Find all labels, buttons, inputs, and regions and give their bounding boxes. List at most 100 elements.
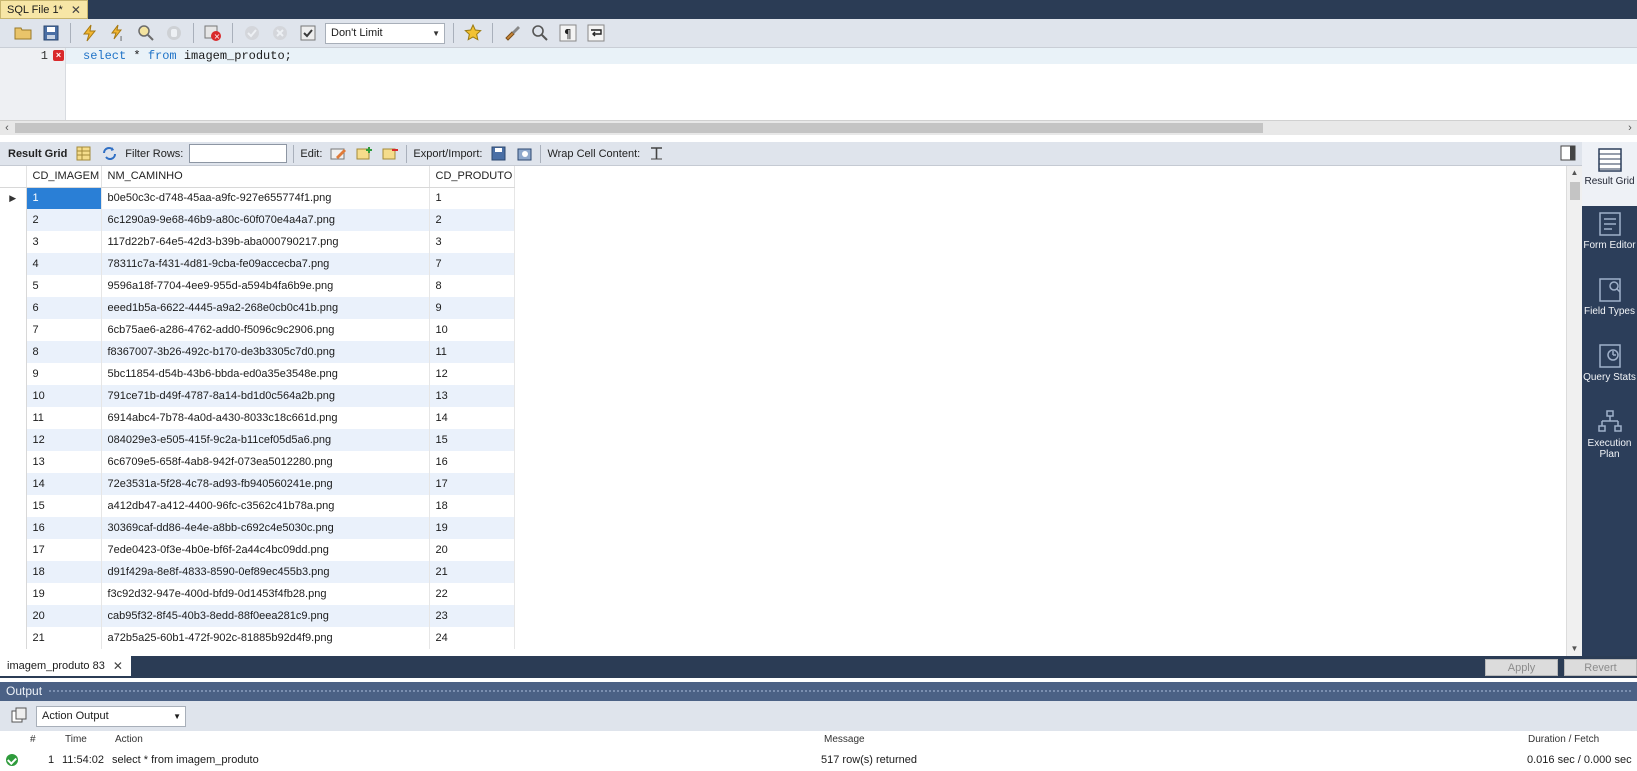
grid-cell[interactable]: 1 <box>26 187 102 209</box>
refresh-icon[interactable] <box>99 144 119 164</box>
row-header[interactable] <box>0 561 27 583</box>
grid-cell[interactable]: 6c1290a9-9e68-46b9-a80c-60f070e4a4a7.png <box>101 209 430 231</box>
auto-commit-icon[interactable] <box>297 22 319 44</box>
grid-cell[interactable]: 791ce71b-d49f-4787-8a14-bd1d0c564a2b.png <box>101 385 430 407</box>
edit-row-icon[interactable] <box>328 144 348 164</box>
toggle-side-panel-icon[interactable] <box>1560 145 1576 161</box>
result-grid-label[interactable]: Result Grid <box>8 148 67 160</box>
output-row-action[interactable]: select * from imagem_produto <box>112 751 259 769</box>
side-execution-plan[interactable]: Execution Plan <box>1582 404 1637 468</box>
grid-cell[interactable]: 10 <box>429 319 515 341</box>
row-header[interactable] <box>0 319 27 341</box>
grid-cell[interactable]: a412db47-a412-4400-96fc-c3562c41b78a.png <box>101 495 430 517</box>
grid-cell[interactable]: 19 <box>26 583 102 605</box>
find-magnifier-icon[interactable] <box>529 22 551 44</box>
commit-check-icon[interactable] <box>241 22 263 44</box>
grid-cell[interactable]: 1 <box>429 187 515 209</box>
revert-button[interactable]: Revert <box>1564 659 1637 676</box>
grid-cell[interactable]: 084029e3-e505-415f-9c2a-b11cef05d5a6.png <box>101 429 430 451</box>
bookmark-star-icon[interactable] <box>462 22 484 44</box>
grid-cell[interactable]: b0e50c3c-d748-45aa-a9fc-927e655774f1.png <box>101 187 430 209</box>
row-header[interactable] <box>0 363 27 385</box>
scrollbar-thumb[interactable] <box>15 123 1263 133</box>
grid-cell[interactable]: 6cb75ae6-a286-4762-add0-f5096c9c2906.png <box>101 319 430 341</box>
table-row[interactable]: 7 6cb75ae6-a286-4762-add0-f5096c9c2906.pn… <box>0 319 515 341</box>
grid-cell[interactable]: cab95f32-8f45-40b3-8edd-88f0eea281c9.png <box>101 605 430 627</box>
import-icon[interactable] <box>514 144 534 164</box>
grid-cell[interactable]: 117d22b7-64e5-42d3-b39b-aba000790217.png <box>101 231 430 253</box>
toggle-error-icon[interactable]: × <box>202 22 224 44</box>
grid-cell[interactable]: 6c6709e5-658f-4ab8-942f-073ea5012280.png <box>101 451 430 473</box>
table-row[interactable]: 19 f3c92d32-947e-400d-bfd9-0d1453f4fb28.p… <box>0 583 515 605</box>
row-header[interactable] <box>0 517 27 539</box>
grid-cell[interactable]: 30369caf-dd86-4e4e-a8bb-c692c4e5030c.png <box>101 517 430 539</box>
grid-cell[interactable]: 7 <box>429 253 515 275</box>
grid-cell[interactable]: 7ede0423-0f3e-4b0e-bf6f-2a44c4bc09dd.png <box>101 539 430 561</box>
grid-cell[interactable]: 14 <box>26 473 102 495</box>
grid-cell[interactable]: 78311c7a-f431-4d81-9cba-fe09accecba7.png <box>101 253 430 275</box>
error-marker-icon[interactable]: × <box>53 50 64 61</box>
grid-cell[interactable]: 14 <box>429 407 515 429</box>
stop-hand-icon[interactable] <box>163 22 185 44</box>
grid-cell[interactable]: 20 <box>26 605 102 627</box>
export-icon[interactable] <box>488 144 508 164</box>
grid-cell[interactable]: 19 <box>429 517 515 539</box>
grid-cell[interactable]: 17 <box>429 473 515 495</box>
grid-cell[interactable]: 4 <box>26 253 102 275</box>
current-row-arrow-icon[interactable]: ▶ <box>0 187 27 209</box>
grid-cell[interactable]: 24 <box>429 627 515 649</box>
row-header[interactable] <box>0 231 27 253</box>
execute-current-icon[interactable]: I <box>107 22 129 44</box>
grid-cell[interactable]: f3c92d32-947e-400d-bfd9-0d1453f4fb28.png <box>101 583 430 605</box>
grid-cell[interactable]: 2 <box>26 209 102 231</box>
row-header[interactable] <box>0 495 27 517</box>
grid-cell[interactable]: 17 <box>26 539 102 561</box>
grid-cell[interactable]: 18 <box>429 495 515 517</box>
grid-cell[interactable]: 21 <box>429 561 515 583</box>
execute-lightning-icon[interactable] <box>79 22 101 44</box>
row-header[interactable] <box>0 473 27 495</box>
table-row[interactable]: 6 eeed1b5a-6622-4445-a9a2-268e0cb0c41b.pn… <box>0 297 515 319</box>
side-query-stats[interactable]: Query Stats <box>1582 338 1637 402</box>
grid-cell[interactable]: 16 <box>429 451 515 473</box>
apply-button[interactable]: Apply <box>1485 659 1558 676</box>
grid-layout-icon[interactable] <box>73 144 93 164</box>
output-type-select[interactable]: Action Output ▼ <box>36 705 186 727</box>
grid-cell[interactable]: 16 <box>26 517 102 539</box>
row-header[interactable] <box>0 429 27 451</box>
table-row[interactable]: 2 6c1290a9-9e68-46b9-a80c-60f070e4a4a7.pn… <box>0 209 515 231</box>
row-header[interactable] <box>0 297 27 319</box>
table-row[interactable]: 9 5bc11854-d54b-43b6-bbda-ed0a35e3548e.pn… <box>0 363 515 385</box>
grid-cell[interactable]: 20 <box>429 539 515 561</box>
table-row[interactable]: ▶ 1 b0e50c3c-d748-45aa-a9fc-927e655774f1.p… <box>0 187 515 209</box>
delete-row-icon[interactable] <box>380 144 400 164</box>
insert-row-icon[interactable] <box>354 144 374 164</box>
scroll-up-icon[interactable]: ▲ <box>1567 166 1582 180</box>
row-header[interactable] <box>0 583 27 605</box>
grid-cell[interactable]: 10 <box>26 385 102 407</box>
grid-cell[interactable]: 9596a18f-7704-4ee9-955d-a594b4fa6b9e.png <box>101 275 430 297</box>
sql-editor[interactable]: 1 × select * from imagem_produto; <box>0 48 1637 120</box>
result-grid[interactable]: CD_IMAGEM NM_CAMINHO CD_PRODUTO ▶ 1 b0e50c… <box>0 166 1566 656</box>
grid-cell[interactable]: 8 <box>26 341 102 363</box>
scroll-down-icon[interactable]: ▼ <box>1567 642 1582 656</box>
side-result-grid[interactable]: Result Grid <box>1582 142 1637 206</box>
table-row[interactable]: 20 cab95f32-8f45-40b3-8edd-88f0eea281c9.p… <box>0 605 515 627</box>
row-header[interactable] <box>0 605 27 627</box>
result-tab-imagem-produto[interactable]: imagem_produto 83 ✕ <box>0 656 131 676</box>
grid-cell[interactable]: a72b5a25-60b1-472f-902c-81885b92d4f9.png <box>101 627 430 649</box>
table-row[interactable]: 15 a412db47-a412-4400-96fc-c3562c41b78a.p… <box>0 495 515 517</box>
beautify-brush-icon[interactable] <box>501 22 523 44</box>
copy-output-icon[interactable] <box>8 705 30 727</box>
side-form-editor[interactable]: Form Editor <box>1582 206 1637 270</box>
wrap-cell-icon[interactable] <box>646 144 666 164</box>
explain-magnifier-icon[interactable] <box>135 22 157 44</box>
column-header[interactable]: NM_CAMINHO <box>101 166 430 188</box>
grid-cell[interactable]: 5 <box>26 275 102 297</box>
limit-rows-select[interactable]: Don't Limit ▼ <box>325 22 445 44</box>
table-row[interactable]: 18 d91f429a-8e8f-4833-8590-0ef89ec455b3.p… <box>0 561 515 583</box>
grid-cell[interactable]: d91f429a-8e8f-4833-8590-0ef89ec455b3.png <box>101 561 430 583</box>
table-row[interactable]: 8 f8367007-3b26-492c-b170-de3b3305c7d0.pn… <box>0 341 515 363</box>
panel-grip[interactable] <box>48 689 1631 694</box>
grid-cell[interactable]: 13 <box>26 451 102 473</box>
